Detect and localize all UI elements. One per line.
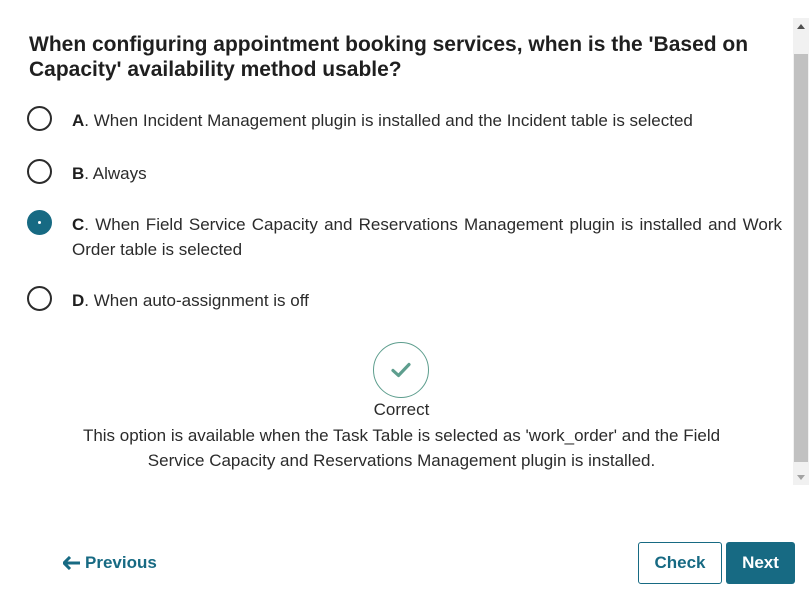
check-button[interactable]: Check: [638, 542, 722, 584]
radio-button[interactable]: [27, 286, 52, 311]
feedback-title: Correct: [373, 400, 430, 419]
option-a[interactable]: A. When Incident Management plugin is in…: [27, 106, 787, 133]
next-button[interactable]: Next: [726, 542, 795, 584]
radio-button[interactable]: [27, 106, 52, 131]
option-letter: A: [72, 111, 85, 130]
option-label: A. When Incident Management plugin is in…: [72, 108, 782, 133]
option-text: . When auto-assignment is off: [84, 291, 309, 310]
arrow-left-icon: [63, 556, 81, 570]
option-d[interactable]: D. When auto-assignment is off: [27, 286, 787, 313]
option-letter: D: [72, 291, 85, 310]
correct-check-icon: [373, 342, 429, 398]
option-text: . When Incident Management plugin is ins…: [84, 111, 693, 130]
vertical-scrollbar[interactable]: [793, 18, 809, 485]
radio-button[interactable]: [27, 159, 52, 184]
option-text: . When Field Service Capacity and Reserv…: [72, 215, 782, 259]
radio-button-selected[interactable]: [27, 210, 52, 235]
option-letter: C: [72, 215, 85, 234]
previous-button[interactable]: Previous: [63, 550, 157, 576]
feedback-explanation: This option is available when the Task T…: [82, 426, 721, 470]
question-panel: When configuring appointment booking ser…: [0, 0, 793, 485]
scrollbar-thumb[interactable]: [794, 54, 808, 462]
option-label: D. When auto-assignment is off: [72, 288, 782, 313]
question-text: When configuring appointment booking ser…: [29, 33, 749, 81]
check-icon: [391, 362, 411, 378]
option-b[interactable]: B. Always: [27, 159, 787, 186]
scroll-down-arrow-icon[interactable]: [793, 469, 809, 485]
option-label: B. Always: [72, 161, 782, 186]
scroll-up-arrow-icon[interactable]: [793, 18, 809, 34]
option-label: C. When Field Service Capacity and Reser…: [72, 212, 782, 262]
option-letter: B: [72, 164, 85, 183]
previous-label: Previous: [85, 553, 157, 572]
option-text: . Always: [84, 164, 147, 183]
option-c[interactable]: C. When Field Service Capacity and Reser…: [27, 210, 787, 262]
